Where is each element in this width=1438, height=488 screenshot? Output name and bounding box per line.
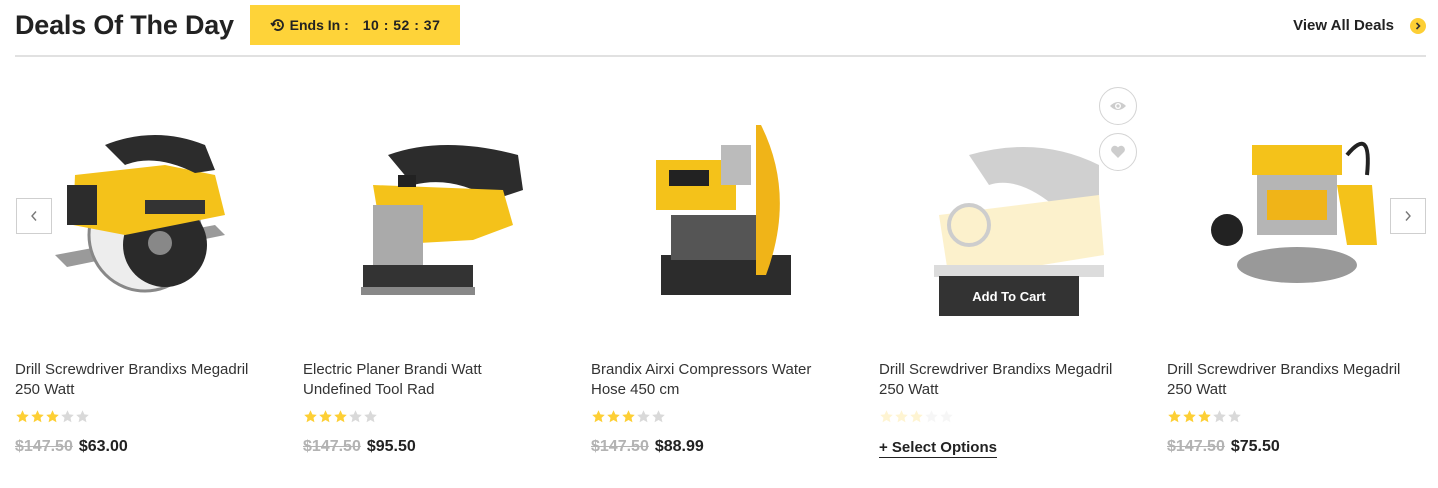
carousel-prev-button[interactable] [16,198,52,234]
star-empty-icon [925,410,938,423]
product-name[interactable]: Drill Screwdriver Brandixs Megadril 250 … [879,360,1119,400]
old-price: $147.50 [1167,438,1225,455]
star-filled-icon [592,410,605,423]
product-image[interactable] [303,80,563,345]
product-image[interactable] [591,80,851,345]
star-filled-icon [1183,410,1196,423]
product-name[interactable]: Brandix Airxi Compressors Water Hose 450… [591,360,831,400]
old-price: $147.50 [591,438,649,455]
section-title: Deals Of The Day [15,10,234,40]
history-clock-icon [269,19,284,31]
star-filled-icon [895,410,908,423]
chevron-left-icon [31,211,37,221]
current-price: $63.00 [78,438,128,455]
star-filled-icon [622,410,635,423]
rating-stars [879,409,954,424]
star-filled-icon [1198,410,1211,423]
countdown-timer: Ends In : 10 : 52 : 37 [250,5,460,45]
star-filled-icon [910,410,923,423]
star-empty-icon [349,410,362,423]
star-filled-icon [880,410,893,423]
star-empty-icon [61,410,74,423]
product-image[interactable] [15,80,275,345]
star-empty-icon [364,410,377,423]
carousel-next-button[interactable] [1390,198,1426,234]
rating-stars [303,409,378,424]
rating-stars [15,409,90,424]
jigsaw-image [361,145,523,295]
product-card[interactable]: Add To Cart Drill Screwdriver Brandixs M… [879,80,1139,480]
chevron-right-circle-icon [1410,17,1426,34]
star-empty-icon [637,410,650,423]
price-block: $147.50 $88.99 [591,438,704,456]
view-all-deals-link[interactable]: View All Deals [1293,17,1426,34]
current-price: $95.50 [366,438,416,455]
price-block: $147.50 $63.00 [15,438,128,456]
star-empty-icon [76,410,89,423]
chevron-right-icon [1405,211,1411,221]
countdown-label: Ends In : [289,17,349,33]
heart-icon [1111,145,1125,158]
chop-saw-image [656,125,791,295]
star-filled-icon [319,410,332,423]
product-name[interactable]: Drill Screwdriver Brandixs Megadril 250 … [15,360,255,400]
price-block: $147.50 $95.50 [303,438,416,456]
router-image [1211,141,1377,283]
product-card[interactable]: Drill Screwdriver Brandixs Megadril 250 … [15,80,275,480]
old-price: $147.50 [15,438,73,455]
star-filled-icon [31,410,44,423]
product-card[interactable]: Electric Planer Brandi Watt Undefined To… [303,80,563,480]
wishlist-button[interactable] [1099,133,1137,171]
star-filled-icon [46,410,59,423]
rating-stars [591,409,666,424]
star-filled-icon [607,410,620,423]
rating-stars [1167,409,1242,424]
eye-icon [1110,102,1126,110]
quick-view-button[interactable] [1099,87,1137,125]
current-price: $88.99 [654,438,704,455]
star-empty-icon [940,410,953,423]
product-name[interactable]: Drill Screwdriver Brandixs Megadril 250 … [1167,360,1407,400]
old-price: $147.50 [303,438,361,455]
star-filled-icon [1168,410,1181,423]
star-empty-icon [1213,410,1226,423]
star-empty-icon [1228,410,1241,423]
view-all-deals-label: View All Deals [1293,17,1394,34]
product-name[interactable]: Electric Planer Brandi Watt Undefined To… [303,360,543,400]
star-filled-icon [16,410,29,423]
star-empty-icon [652,410,665,423]
star-filled-icon [334,410,347,423]
countdown-time: 10 : 52 : 37 [362,17,441,33]
circular-saw-image [55,135,225,293]
product-image[interactable] [1167,80,1427,345]
product-card[interactable]: Drill Screwdriver Brandixs Megadril 250 … [1167,80,1427,480]
section-header: Deals Of The Day Ends In : 10 : 52 : 37 … [15,0,1426,57]
product-card[interactable]: Brandix Airxi Compressors Water Hose 450… [591,80,851,480]
select-options-link[interactable]: + Select Options [879,439,997,458]
star-filled-icon [304,410,317,423]
add-to-cart-button[interactable]: Add To Cart [939,276,1079,316]
current-price: $75.50 [1230,438,1280,455]
price-block: $147.50 $75.50 [1167,438,1280,456]
